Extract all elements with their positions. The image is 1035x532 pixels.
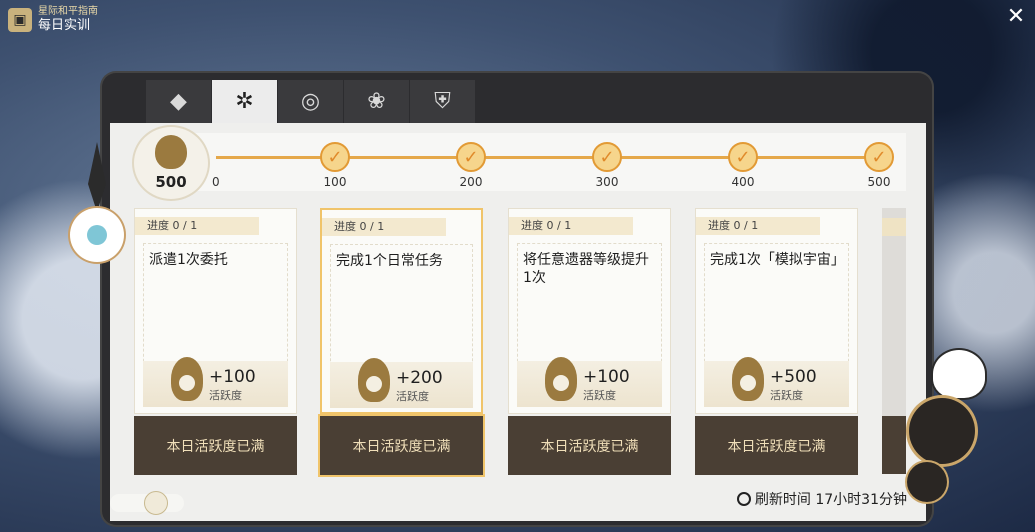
ornament-left — [70, 142, 126, 262]
activity-flame-icon — [358, 358, 390, 402]
ornament-right — [905, 350, 985, 510]
activity-medal: 500 — [134, 127, 208, 199]
task-progress: 进度 0 / 1 — [696, 217, 820, 235]
claim-button[interactable]: 本日活跃度已满 — [695, 416, 858, 475]
ornament-spike — [88, 142, 106, 212]
milestone-check-icon[interactable]: ✓ — [864, 142, 894, 172]
page-header: ▣ 星际和平指南 每日实训 — [8, 6, 98, 34]
milestone-label: 500 — [867, 175, 891, 189]
reward-unit: 活跃度 — [770, 389, 803, 402]
activity-flame-icon — [732, 357, 764, 401]
target-icon: ✲ — [235, 89, 254, 114]
milestone-check-icon[interactable]: ✓ — [592, 142, 622, 172]
mascot-icon — [933, 350, 985, 398]
task-progress: 进度 0 / 1 — [509, 217, 633, 235]
activity-flame-icon — [171, 357, 203, 401]
clock-icon — [736, 492, 751, 506]
tab-lotus[interactable]: ❀ — [344, 80, 409, 123]
task-card[interactable]: 进度 0 / 1 派遣1次委托 +100 活跃度 — [134, 208, 297, 414]
tab-compass[interactable]: ◎ — [278, 80, 343, 123]
reward-amount: +500 — [770, 367, 817, 387]
reward-amount: +200 — [396, 368, 443, 388]
task-progress: 进度 0 / 1 — [322, 218, 446, 236]
claim-button[interactable]: 本日活跃度已满 — [508, 416, 671, 475]
compass-icon: ◎ — [300, 89, 321, 114]
reward-unit: 活跃度 — [583, 389, 616, 402]
tab-shield[interactable]: ⛨ — [410, 80, 475, 123]
milestone-check-icon[interactable]: ✓ — [728, 142, 758, 172]
reward-amount: +100 — [583, 367, 630, 387]
close-icon[interactable]: ✕ — [1005, 6, 1027, 28]
task-card[interactable]: 进度 0 / 1 将任意遗器等级提升1次 +100 活跃度 — [508, 208, 671, 414]
next-task-card-peek[interactable] — [882, 208, 906, 474]
tab-daily-training[interactable]: ◆ — [146, 80, 211, 123]
header-subtitle: 星际和平指南 — [38, 6, 98, 17]
tab-bar: ◆ ✲ ◎ ❀ ⛨ — [146, 80, 475, 123]
activity-track — [136, 133, 906, 191]
daily-training-icon: ◆ — [170, 89, 187, 114]
flower-icon — [909, 398, 975, 464]
task-card[interactable]: 进度 0 / 1 完成1次「模拟宇宙」 +500 活跃度 — [695, 208, 858, 414]
refresh-timer: 刷新时间 17小时31分钟 — [736, 489, 907, 509]
task-name: 完成1次「模拟宇宙」 — [710, 252, 845, 268]
flower-icon — [70, 208, 124, 262]
pager-dot-icon — [144, 491, 168, 515]
reward-amount: +100 — [209, 367, 256, 387]
activity-current: 500 — [155, 173, 187, 191]
peek-progress — [882, 218, 906, 236]
peek-claim — [882, 416, 906, 474]
tab-target[interactable]: ✲ — [212, 80, 277, 123]
reward-unit: 活跃度 — [396, 390, 429, 403]
shield-icon: ⛨ — [434, 89, 451, 114]
flower-icon — [907, 462, 947, 502]
milestone-label: 400 — [731, 175, 755, 189]
task-name: 完成1个日常任务 — [336, 253, 443, 269]
guide-book-icon: ▣ — [8, 8, 32, 32]
milestone-check-icon[interactable]: ✓ — [320, 142, 350, 172]
milestone-label: 200 — [459, 175, 483, 189]
milestone-check-icon[interactable]: ✓ — [456, 142, 486, 172]
milestone-label: 300 — [595, 175, 619, 189]
task-card[interactable]: 进度 0 / 1 完成1个日常任务 +200 活跃度 — [320, 208, 483, 414]
lotus-icon: ❀ — [367, 89, 386, 114]
reward-unit: 活跃度 — [209, 389, 242, 402]
milestone-label: 0 — [212, 175, 220, 189]
task-progress: 进度 0 / 1 — [135, 217, 259, 235]
activity-flame-icon — [545, 357, 577, 401]
refresh-text: 刷新时间 17小时31分钟 — [754, 492, 907, 508]
milestone-label: 100 — [323, 175, 347, 189]
activity-flame-icon — [155, 135, 187, 169]
task-name: 将任意遗器等级提升1次 — [523, 252, 649, 286]
page-indicator[interactable] — [110, 491, 184, 515]
task-name: 派遣1次委托 — [149, 252, 228, 268]
claim-button[interactable]: 本日活跃度已满 — [320, 416, 483, 475]
claim-button[interactable]: 本日活跃度已满 — [134, 416, 297, 475]
activity-progress-bar — [216, 156, 876, 159]
page-title: 每日实训 — [38, 18, 91, 33]
